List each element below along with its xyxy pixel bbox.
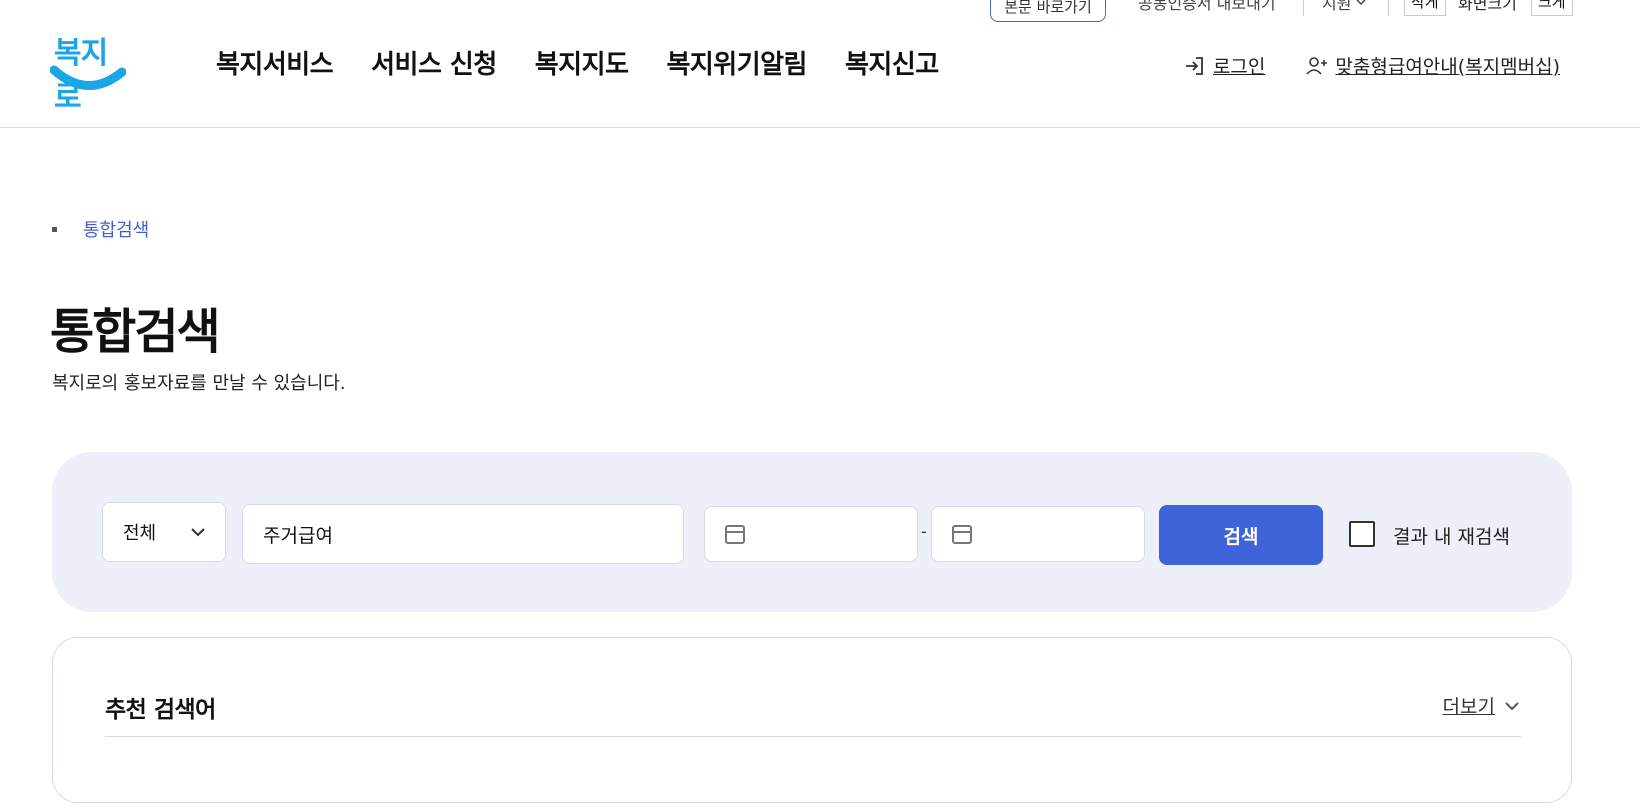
- breadcrumb-home-icon: [52, 226, 57, 232]
- nav-welfare-report[interactable]: 복지신고: [845, 44, 939, 81]
- nav-crisis-alert[interactable]: 복지위기알림: [666, 44, 807, 81]
- more-button[interactable]: 더보기: [1443, 692, 1521, 719]
- login-label: 로그인: [1212, 56, 1266, 78]
- refine-search-label[interactable]: 결과 내 재검색: [1393, 522, 1510, 549]
- category-selected-value: 전체: [123, 523, 157, 544]
- page-description: 복지로의 홍보자료를 만날 수 있습니다.: [52, 373, 346, 394]
- nav-welfare-services[interactable]: 복지서비스: [216, 44, 334, 81]
- chevron-down-icon: [191, 528, 205, 537]
- start-date-field[interactable]: [704, 506, 918, 562]
- membership-label: 맞춤형급여안내(복지멤버십): [1335, 56, 1560, 78]
- breadcrumb-current[interactable]: 통합검색: [83, 216, 149, 242]
- header-actions: 로그인 맞춤형급여안내(복지멤버십): [1183, 52, 1560, 79]
- recommended-keywords-panel: 추천 검색어 더보기: [52, 637, 1572, 803]
- site-header: 복지로 복지서비스 서비스 신청 복지지도 복지위기알림 복지신고 로그인 맞춤…: [0, 0, 1640, 128]
- search-button[interactable]: 검색: [1159, 505, 1323, 565]
- category-select[interactable]: 전체: [102, 502, 226, 562]
- nav-service-application[interactable]: 서비스 신청: [371, 44, 497, 81]
- more-label: 더보기: [1442, 696, 1495, 718]
- page-title: 통합검색: [50, 304, 221, 360]
- login-link[interactable]: 로그인: [1183, 52, 1265, 79]
- logo-smile-icon: [50, 65, 126, 90]
- calendar-icon[interactable]: [723, 522, 747, 546]
- user-plus-icon: [1306, 56, 1328, 75]
- calendar-icon[interactable]: [950, 522, 974, 546]
- search-panel: 전체 - 검색 결과 내 재검색: [52, 452, 1572, 612]
- site-logo[interactable]: 복지로: [50, 28, 126, 115]
- keyword-input[interactable]: [242, 504, 684, 564]
- main-nav: 복지서비스 서비스 신청 복지지도 복지위기알림 복지신고: [216, 44, 939, 81]
- nav-welfare-map[interactable]: 복지지도: [535, 44, 629, 81]
- refine-search-checkbox[interactable]: [1349, 521, 1375, 547]
- chevron-down-icon: [1505, 701, 1519, 710]
- divider: [105, 736, 1521, 737]
- login-icon: [1185, 56, 1203, 75]
- membership-link[interactable]: 맞춤형급여안내(복지멤버십): [1305, 52, 1560, 79]
- date-range-separator: -: [921, 522, 927, 541]
- end-date-field[interactable]: [931, 506, 1145, 562]
- breadcrumb: 통합검색: [52, 216, 149, 242]
- recommended-title: 추천 검색어: [105, 697, 216, 723]
